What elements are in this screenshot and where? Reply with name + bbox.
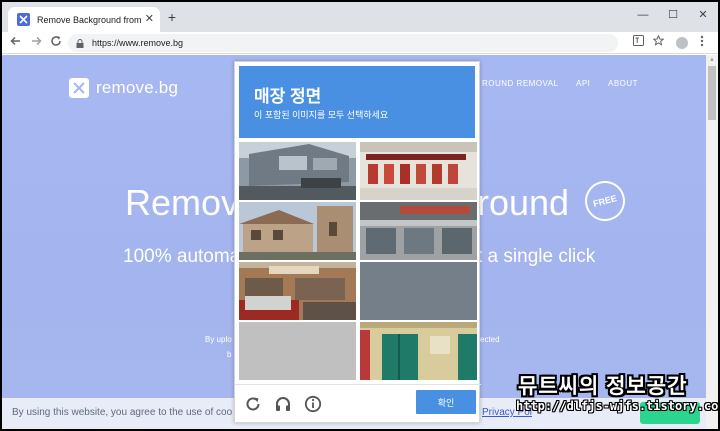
watermark-url: http://dlfjs-wjfs.tistory.com/ (516, 399, 718, 413)
captcha-image-grid (239, 142, 477, 380)
back-button[interactable] (8, 35, 24, 51)
tab-strip: Remove Background from Imag ✕ + — ☐ ✕ (2, 2, 718, 32)
captcha-tile-6[interactable] (360, 262, 477, 320)
scroll-thumb[interactable] (708, 66, 716, 120)
captcha-tile-5[interactable] (239, 262, 356, 320)
watermark-title: 뮤트씨의 정보공간 (518, 375, 688, 398)
headphones-icon (276, 397, 290, 411)
tile-3-image (239, 202, 356, 260)
tile-4-image (360, 202, 477, 260)
maximize-button[interactable]: ☐ (666, 8, 680, 22)
captcha-reload-button[interactable] (243, 394, 263, 414)
captcha-tile-7[interactable] (239, 322, 356, 380)
url-text: https://www.remove.bg (92, 38, 184, 48)
reload-button[interactable] (48, 35, 64, 51)
profile-avatar[interactable] (676, 37, 688, 49)
menu-button[interactable] (694, 35, 710, 51)
star-icon (651, 34, 665, 46)
translate-button[interactable] (630, 35, 646, 51)
captcha-footer: 확인 (235, 384, 481, 424)
bookmark-star-button[interactable] (650, 34, 666, 51)
remove-bg-favicon-icon (17, 13, 30, 26)
recaptcha-challenge: 매장 정면 이 포함된 이미지를 모두 선택하세요 확인 (234, 61, 481, 424)
forward-button[interactable] (28, 35, 44, 51)
browser-toolbar: https://www.remove.bg (2, 32, 718, 54)
forward-arrow-icon (32, 36, 42, 46)
captcha-tile-1[interactable] (239, 142, 356, 200)
tile-1-image (239, 142, 356, 200)
captcha-tile-8[interactable] (360, 322, 477, 380)
scroll-up-arrow-icon[interactable]: ▲ (706, 55, 718, 65)
close-window-button[interactable]: ✕ (696, 8, 710, 22)
tile-8-image (360, 322, 477, 380)
tile-7-image (239, 322, 356, 380)
new-tab-button[interactable]: + (165, 10, 179, 24)
reload-icon (246, 397, 260, 411)
back-arrow-icon (10, 36, 20, 46)
info-icon (304, 395, 322, 413)
captcha-tile-3[interactable] (239, 202, 356, 260)
tile-5-image (239, 262, 356, 320)
captcha-info-button[interactable] (303, 394, 323, 414)
tab-remove-bg[interactable]: Remove Background from Imag ✕ (8, 7, 160, 32)
kebab-menu-icon (700, 35, 704, 47)
tab-title: Remove Background from Imag (37, 14, 141, 25)
captcha-instruction: 이 포함된 이미지를 모두 선택하세요 (254, 110, 389, 120)
captcha-target-label: 매장 정면 (254, 87, 322, 106)
page-scrollbar[interactable]: ▲ (706, 55, 718, 429)
cookie-text: By using this website, you agree to the … (12, 407, 233, 418)
reload-icon (51, 36, 61, 46)
lock-icon (76, 38, 84, 48)
captcha-verify-button[interactable]: 확인 (416, 390, 476, 414)
captcha-header: 매장 정면 이 포함된 이미지를 모두 선택하세요 (239, 66, 475, 138)
browser-window: Remove Background from Imag ✕ + — ☐ ✕ ht… (2, 2, 718, 429)
captcha-audio-button[interactable] (273, 394, 293, 414)
translate-icon (632, 35, 644, 46)
captcha-tile-2[interactable] (360, 142, 477, 200)
captcha-tile-4[interactable] (360, 202, 477, 260)
tile-2-image (360, 142, 477, 200)
address-bar[interactable]: https://www.remove.bg (68, 34, 618, 52)
minimize-button[interactable]: — (636, 8, 650, 22)
tile-6-image (360, 262, 477, 320)
tab-close-icon[interactable]: ✕ (145, 14, 154, 25)
